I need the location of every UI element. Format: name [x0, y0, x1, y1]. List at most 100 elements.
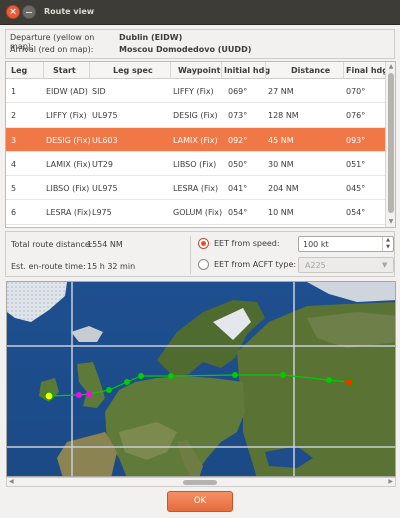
column-header-leg-spec[interactable]: Leg spec	[113, 66, 153, 75]
arrival-value: Moscou Domodedovo (UUDD)	[119, 45, 252, 54]
selected-leg-waypoint-marker[interactable]	[86, 391, 92, 397]
cell-waypoint: DESIG (Fix)	[173, 111, 218, 121]
cell-leg: 6	[11, 208, 17, 218]
cell-leg: 5	[11, 184, 17, 194]
table-row[interactable]: 1 EIDW (AD) SID LIFFY (Fix) 069° 27 NM 0…	[6, 79, 386, 104]
close-button[interactable]: ×	[6, 5, 20, 19]
cell-distance: 27 NM	[268, 87, 294, 96]
route-legs-table[interactable]: Leg Start Leg spec Waypoint Initial hdg …	[5, 61, 396, 228]
arrival-marker[interactable]	[344, 377, 354, 387]
cell-start: LIBSO (Fix)	[46, 184, 90, 194]
cell-start: LESRA (Fix)	[46, 208, 92, 218]
waypoint-marker[interactable]	[232, 372, 238, 378]
total-distance-value: 1554 NM	[87, 240, 123, 249]
spin-up-icon[interactable]: ▲	[383, 237, 393, 244]
cell-leg: 4	[11, 159, 17, 169]
cell-waypoint: LAMIX (Fix)	[173, 135, 218, 145]
waypoint-marker[interactable]	[138, 373, 144, 379]
selected-leg-waypoint-marker[interactable]	[76, 392, 82, 398]
table-vertical-scrollbar[interactable]: ▲ ▼	[385, 62, 395, 227]
column-header-distance[interactable]: Distance	[291, 66, 330, 75]
departure-marker[interactable]	[44, 391, 54, 401]
table-row-selected[interactable]: 3 DESIG (Fix) UL603 LAMIX (Fix) 092° 45 …	[6, 127, 386, 152]
cell-distance: 128 NM	[268, 111, 299, 121]
column-header-waypoint[interactable]: Waypoint	[178, 66, 220, 75]
column-header-initial-hdg[interactable]: Initial hdg	[224, 66, 270, 75]
spin-down-icon[interactable]: ▼	[383, 244, 393, 251]
table-row[interactable]: 6 LESRA (Fix) L975 GOLUM (Fix) 054° 10 N…	[6, 200, 386, 225]
title-bar: × Route view	[0, 0, 400, 25]
cell-distance: 30 NM	[268, 159, 294, 169]
scroll-left-icon[interactable]: ◀	[9, 478, 14, 486]
cell-final-hdg: 051°	[346, 159, 366, 169]
cell-leg: 1	[11, 87, 17, 96]
arrival-label: Arrival (red on map):	[10, 45, 94, 54]
column-header-final-hdg[interactable]: Final hdg	[346, 66, 388, 75]
route-map[interactable]	[6, 281, 396, 477]
speed-value[interactable]: 100 kt	[303, 240, 329, 249]
cell-initial-hdg: 054°	[228, 208, 248, 218]
acft-type-combo[interactable]: A225 ▼	[298, 257, 394, 273]
cell-initial-hdg: 069°	[228, 87, 248, 96]
departure-value: Dublin (EIDW)	[119, 33, 183, 42]
cell-waypoint: LIBSO (Fix)	[173, 159, 217, 169]
cell-leg-spec: SID	[92, 87, 106, 96]
table-row[interactable]: 4 LAMIX (Fix) UT29 LIBSO (Fix) 050° 30 N…	[6, 152, 386, 177]
cell-final-hdg: 070°	[346, 87, 366, 96]
waypoint-marker[interactable]	[106, 387, 112, 393]
cell-leg-spec: UT29	[92, 159, 113, 169]
cell-initial-hdg: 050°	[228, 159, 248, 169]
scroll-down-icon[interactable]: ▼	[387, 218, 395, 226]
cell-waypoint: GOLUM (Fix)	[173, 208, 223, 218]
scrollbar-thumb[interactable]	[388, 73, 394, 213]
waypoint-marker[interactable]	[168, 373, 174, 379]
cell-initial-hdg: 041°	[228, 184, 248, 194]
cell-start: LAMIX (Fix)	[46, 159, 91, 169]
scroll-right-icon[interactable]: ▶	[388, 478, 393, 486]
acft-type-value[interactable]: A225	[305, 261, 326, 270]
cell-final-hdg: 054°	[346, 208, 366, 218]
table-row[interactable]: 2 LIFFY (Fix) UL975 DESIG (Fix) 073° 128…	[6, 103, 386, 128]
route-stats-panel: Total route distance: 1554 NM Est. en-ro…	[5, 231, 395, 277]
map-horizontal-scrollbar[interactable]: ◀ ▶	[6, 477, 396, 487]
window-title: Route view	[44, 7, 95, 16]
cell-leg-spec: L975	[92, 208, 112, 218]
eet-label: Est. en-route time:	[11, 262, 86, 271]
column-header-start[interactable]: Start	[53, 66, 76, 75]
waypoint-marker[interactable]	[124, 379, 130, 385]
eet-from-speed-radio[interactable]	[198, 238, 209, 249]
cell-leg-spec: UL975	[92, 111, 118, 121]
total-distance-label: Total route distance:	[11, 240, 93, 249]
column-header-leg[interactable]: Leg	[11, 66, 27, 75]
cell-waypoint: LESRA (Fix)	[173, 184, 219, 194]
eet-from-acft-label[interactable]: EET from ACFT type:	[214, 260, 296, 269]
cell-final-hdg: 076°	[346, 111, 366, 121]
speed-spinbox[interactable]: 100 kt ▲ ▼	[298, 236, 394, 252]
scroll-up-icon[interactable]: ▲	[387, 63, 395, 71]
table-row[interactable]: 5 LIBSO (Fix) UL975 LESRA (Fix) 041° 204…	[6, 176, 386, 201]
map-canvas[interactable]	[7, 282, 396, 477]
cell-start: EIDW (AD)	[46, 87, 88, 96]
cell-start: LIFFY (Fix)	[46, 111, 87, 121]
scrollbar-thumb[interactable]	[183, 480, 217, 485]
cell-final-hdg: 093°	[346, 135, 366, 145]
route-info-panel: Departure (yellow on map): Dublin (EIDW)…	[5, 29, 395, 59]
spin-buttons[interactable]: ▲ ▼	[382, 237, 393, 251]
cell-distance: 204 NM	[268, 184, 299, 194]
waypoint-marker[interactable]	[326, 377, 332, 383]
cell-leg-spec: UL603	[92, 135, 118, 145]
chevron-down-icon: ▼	[382, 261, 388, 269]
ok-button[interactable]: OK	[167, 491, 233, 512]
eet-from-speed-label[interactable]: EET from speed:	[214, 239, 280, 248]
cell-initial-hdg: 092°	[228, 135, 248, 145]
waypoint-marker[interactable]	[280, 372, 286, 378]
eet-from-acft-radio[interactable]	[198, 259, 209, 270]
cell-waypoint: LIFFY (Fix)	[173, 87, 214, 96]
cell-final-hdg: 045°	[346, 184, 366, 194]
cell-distance: 10 NM	[268, 208, 294, 218]
table-header: Leg Start Leg spec Waypoint Initial hdg …	[6, 62, 388, 79]
minimize-button[interactable]	[22, 5, 36, 19]
divider	[190, 236, 191, 274]
cell-initial-hdg: 073°	[228, 111, 248, 121]
cell-leg-spec: UL975	[92, 184, 118, 194]
